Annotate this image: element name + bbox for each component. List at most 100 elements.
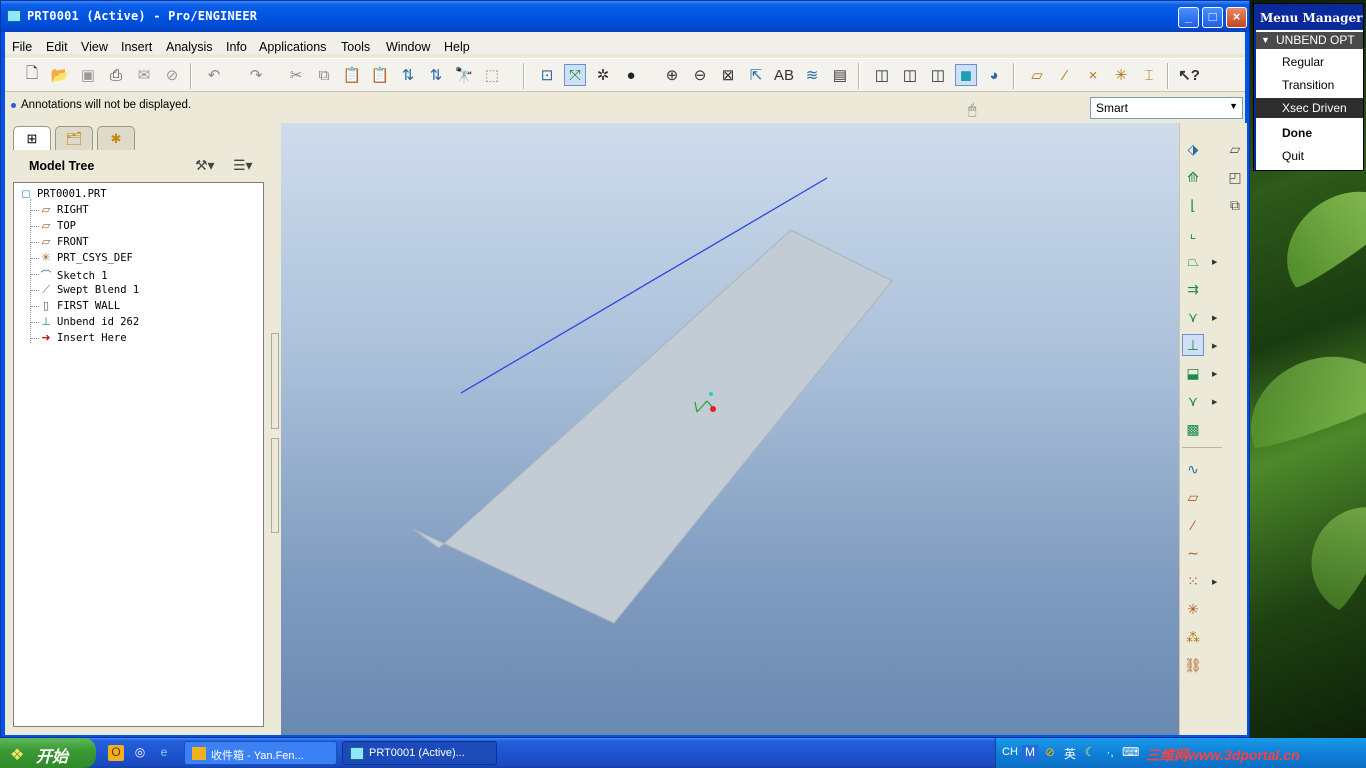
tab-model-tree[interactable]: ⊞ [13, 126, 51, 150]
menu-item-regular[interactable]: Regular [1256, 52, 1363, 72]
flyout-arrow-icon[interactable]: ▶ [1212, 370, 1217, 378]
chain-tool-icon[interactable]: ⛓ [1182, 654, 1204, 676]
punctuation-icon[interactable]: ·, [1102, 745, 1118, 761]
group-tool-icon[interactable]: ⧉ [1224, 194, 1246, 216]
layer-tool-icon[interactable]: ◰ [1224, 166, 1246, 188]
paste-special-icon[interactable]: 📋 [369, 64, 391, 86]
new-icon[interactable]: 🗋 [21, 64, 43, 86]
panel-splitter-handle[interactable] [271, 333, 279, 429]
ime-icon[interactable]: M [1022, 745, 1038, 761]
regenerate-icon[interactable]: ⇅ [397, 64, 419, 86]
repaint-icon[interactable]: ⊡ [536, 64, 558, 86]
tree-item-csys[interactable]: ✳ PRT_CSYS_DEF [38, 251, 132, 267]
panel-splitter-handle[interactable] [271, 438, 279, 533]
plane-tool-icon[interactable]: ▱ [1182, 486, 1204, 508]
unbend-tool-icon[interactable]: ⋎ [1182, 306, 1204, 328]
bend-icon[interactable]: ⏢ [1182, 250, 1204, 272]
menu-header-unbend-opt[interactable]: ▼ UNBEND OPT [1256, 32, 1363, 49]
task-proengineer[interactable]: PRT0001 (Active)... [342, 741, 497, 765]
enhanced-realism-icon[interactable]: ◕ [983, 64, 1005, 86]
edge-bend-icon[interactable]: ⇉ [1182, 278, 1204, 300]
unbend-active-icon[interactable]: ⊥ [1182, 334, 1204, 356]
start-button[interactable]: ❖ 开始 [0, 738, 96, 768]
minimize-button[interactable]: _ [1178, 7, 1199, 28]
flat-wall-icon[interactable]: ⬗ [1182, 138, 1204, 160]
menu-item-xsec-driven[interactable]: Xsec Driven [1256, 98, 1363, 118]
annotation-display-icon[interactable]: ⌶ [1138, 64, 1160, 86]
language-indicator[interactable]: CH [1002, 746, 1018, 758]
find-icon[interactable]: 🔭 [453, 64, 475, 86]
no-hidden-icon[interactable]: ◫ [927, 64, 949, 86]
tree-item-first-wall[interactable]: ▯ FIRST WALL [38, 299, 120, 315]
menu-item-done[interactable]: Done [1256, 123, 1363, 143]
axis-tool-icon[interactable]: ⁄ [1182, 514, 1204, 536]
tab-folder-browser[interactable]: 🗂 [55, 126, 93, 150]
flyout-arrow-icon[interactable]: ▶ [1212, 258, 1217, 266]
menu-tools[interactable]: Tools [341, 40, 370, 54]
task-inbox[interactable]: 收件箱 - Yan.Fen... [184, 741, 337, 765]
flyout-arrow-icon[interactable]: ▶ [1212, 398, 1217, 406]
flange-wall-icon[interactable]: ⌊ [1182, 194, 1204, 216]
curve-tool-icon[interactable]: ∼ [1182, 542, 1204, 564]
menu-edit[interactable]: Edit [46, 40, 68, 54]
title-bar[interactable]: PRT0001 (Active) - Pro/ENGINEER _ □ × [1, 1, 1249, 32]
ime-mode-indicator[interactable]: 英 [1062, 745, 1078, 761]
close-button[interactable]: × [1226, 7, 1247, 28]
csys-tool-icon[interactable]: ✳ [1182, 598, 1204, 620]
datum-plane-tool-icon[interactable]: ▱ [1224, 138, 1246, 160]
tree-item-part[interactable]: ◻ PRT0001.PRT [18, 187, 106, 203]
menu-file[interactable]: File [12, 40, 32, 54]
appearance-sphere-icon[interactable]: ● [620, 64, 642, 86]
refit-icon[interactable]: ⊠ [717, 64, 739, 86]
flatten-icon[interactable]: ⬓ [1182, 362, 1204, 384]
point-tool-icon[interactable]: ⁙ [1182, 570, 1204, 592]
menu-insert[interactable]: Insert [121, 40, 152, 54]
unattached-wall-icon[interactable]: ⟰ [1182, 166, 1204, 188]
zoom-out-icon[interactable]: ⊖ [689, 64, 711, 86]
tree-item-front[interactable]: ▱ FRONT [38, 235, 89, 251]
hidden-line-icon[interactable]: ◫ [899, 64, 921, 86]
form-icon[interactable]: ▩ [1182, 418, 1204, 440]
selection-filter-dropdown[interactable]: Smart ▼ [1090, 97, 1243, 119]
tab-favorites[interactable]: ✱ [97, 126, 135, 150]
reorient-icon[interactable]: ⇱ [745, 64, 767, 86]
select-box-icon[interactable]: ⬚ [481, 64, 503, 86]
send-link-icon[interactable]: ⊘ [161, 64, 183, 86]
paste-icon[interactable]: 📋 [341, 64, 363, 86]
browser-icon[interactable]: ◎ [132, 745, 148, 761]
tray-blocked-icon[interactable]: ⊘ [1042, 745, 1058, 761]
tree-item-sketch[interactable]: ⌒ Sketch 1 [38, 267, 108, 283]
flyout-arrow-icon[interactable]: ▶ [1212, 578, 1217, 586]
tree-item-unbend[interactable]: ⊥ Unbend id 262 [38, 315, 139, 331]
tree-columns-icon[interactable]: ☰▾ [233, 157, 253, 174]
csys-display-icon[interactable]: ✳ [1110, 64, 1132, 86]
analysis-tool-icon[interactable]: ⁂ [1182, 626, 1204, 648]
unbent-wall-surface[interactable] [412, 229, 893, 624]
extend-wall-icon[interactable]: ⌞ [1182, 222, 1204, 244]
tree-settings-icon[interactable]: ⚒▾ [195, 157, 215, 174]
cut-icon[interactable]: ✂ [285, 64, 307, 86]
menu-view[interactable]: View [81, 40, 108, 54]
keyboard-icon[interactable]: ⌨ [1122, 745, 1139, 761]
layers-icon[interactable]: ≋ [801, 64, 823, 86]
context-help-icon[interactable]: ↖? [1178, 64, 1200, 86]
menu-applications[interactable]: Applications [259, 40, 326, 54]
zoom-in-icon[interactable]: ⊕ [661, 64, 683, 86]
tree-item-swept-blend[interactable]: ⟋ Swept Blend 1 [38, 283, 139, 299]
copy-icon[interactable]: ⧉ [313, 64, 335, 86]
menu-item-quit[interactable]: Quit [1256, 146, 1363, 166]
menu-info[interactable]: Info [226, 40, 247, 54]
datum-point-display-icon[interactable]: × [1082, 64, 1104, 86]
bend-back-icon[interactable]: ⋎ [1182, 390, 1204, 412]
shading-icon[interactable]: ◼ [955, 64, 977, 86]
flyout-arrow-icon[interactable]: ▶ [1212, 342, 1217, 350]
tree-item-right[interactable]: ▱ RIGHT [38, 203, 89, 219]
internet-explorer-icon[interactable]: e [156, 745, 172, 761]
menu-item-transition[interactable]: Transition [1256, 75, 1363, 95]
view-manager-icon[interactable]: ▤ [829, 64, 851, 86]
outlook-icon[interactable]: O [108, 745, 124, 761]
sketch-tool-icon[interactable]: ∿ [1182, 458, 1204, 480]
undo-icon[interactable]: ↶ [203, 64, 225, 86]
regenerate-manager-icon[interactable]: ⇅ [425, 64, 447, 86]
datum-axis-display-icon[interactable]: ⁄ [1054, 64, 1076, 86]
